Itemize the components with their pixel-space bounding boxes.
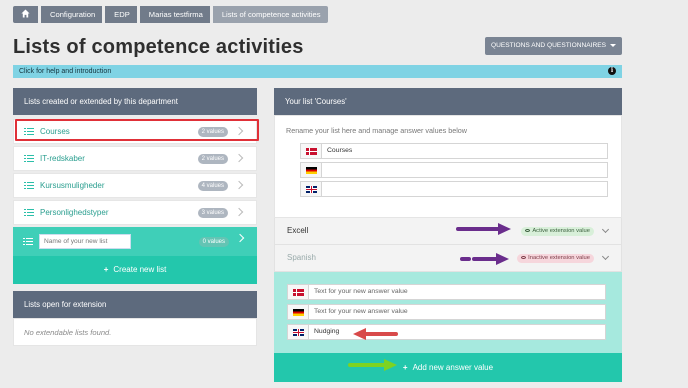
empty-state-text: No extendable lists found. xyxy=(13,318,257,346)
lists-panel: Lists created or extended by this depart… xyxy=(13,88,257,284)
new-value-row-danish: Text for your new answer value xyxy=(287,284,609,300)
answer-value-label: Spanish xyxy=(287,253,316,262)
info-icon: i xyxy=(608,67,616,75)
list-name-input-german[interactable] xyxy=(322,162,608,178)
flag-dk-icon xyxy=(287,284,309,300)
new-value-input-danish[interactable]: Text for your new answer value xyxy=(309,284,606,300)
breadcrumb-home[interactable] xyxy=(13,6,38,23)
breadcrumb-edp[interactable]: EDP xyxy=(105,6,137,23)
extension-panel: Lists open for extension No extendable l… xyxy=(13,291,257,346)
flag-gb-icon xyxy=(300,181,322,197)
list-icon xyxy=(24,208,34,217)
values-badge: 4 values xyxy=(197,181,228,191)
list-icon xyxy=(23,237,33,246)
flag-de-icon xyxy=(300,162,322,178)
new-value-row-german: Text for your new answer value xyxy=(287,304,609,320)
breadcrumb-company[interactable]: Marias testfirma xyxy=(139,6,210,23)
list-name-input-danish[interactable]: Courses xyxy=(322,143,608,159)
status-badge-label: Inactive extension value xyxy=(528,255,590,261)
green-arrow-add-value xyxy=(348,359,397,371)
answer-value-row[interactable]: Excell Active extension value xyxy=(274,218,622,245)
status-badge: Active extension value xyxy=(521,227,594,236)
create-new-list-label: Create new list xyxy=(113,265,167,274)
list-item-label: Kursusmuligheder xyxy=(40,181,105,190)
red-arrow-nudging xyxy=(353,328,398,340)
help-bar-label: Click for help and introduction xyxy=(19,68,112,75)
values-badge: 3 values xyxy=(197,208,228,218)
list-item-personlighedstyper[interactable]: Personlighedstyper 3 values xyxy=(13,200,257,225)
breadcrumb-current: Lists of competence activities xyxy=(212,6,328,23)
add-new-answer-value-label: Add new answer value xyxy=(412,363,494,372)
chevron-right-icon xyxy=(234,207,244,217)
list-item-kursusmuligheder[interactable]: Kursusmuligheder 4 values xyxy=(13,173,257,198)
chevron-down-icon[interactable] xyxy=(601,225,610,234)
rename-hint: Rename your list here and manage answer … xyxy=(286,126,467,135)
answer-value-label: Excell xyxy=(287,226,309,235)
breadcrumb: Configuration EDP Marias testfirma Lists… xyxy=(13,6,331,23)
eye-off-icon xyxy=(521,255,527,259)
chevron-right-icon xyxy=(234,153,244,163)
create-new-list-button[interactable]: + Create new list xyxy=(13,256,257,284)
help-bar[interactable]: Click for help and introduction i xyxy=(13,65,622,78)
flag-gb-icon xyxy=(287,324,309,340)
purple-arrow-inactive xyxy=(460,253,509,265)
name-row-danish: Courses xyxy=(300,143,610,159)
page-title: Lists of competence activities xyxy=(13,36,304,58)
values-badge: 0 values xyxy=(198,237,229,247)
add-new-answer-value-button[interactable]: + Add new answer value xyxy=(274,353,622,382)
home-icon xyxy=(21,9,30,18)
highlight-box xyxy=(15,119,259,141)
list-name-input-english[interactable] xyxy=(322,181,608,197)
status-badge: Inactive extension value xyxy=(517,254,594,263)
breadcrumb-configuration[interactable]: Configuration xyxy=(41,6,103,23)
list-detail-header: Your list 'Courses' xyxy=(274,88,622,115)
list-icon xyxy=(24,181,34,190)
answer-value-row[interactable]: Spanish Inactive extension value xyxy=(274,245,622,272)
name-row-english xyxy=(300,181,610,197)
status-badge-label: Active extension value xyxy=(532,228,590,234)
plus-icon: + xyxy=(103,265,109,274)
new-list-name-input[interactable]: Name of your new list xyxy=(39,234,131,249)
list-item-it-redskaber[interactable]: IT-redskaber 2 values xyxy=(13,146,257,171)
list-icon xyxy=(24,154,34,163)
chevron-right-icon xyxy=(235,233,245,243)
new-list-row: Name of your new list 0 values xyxy=(13,227,257,256)
new-answer-value-section: Text for your new answer value Text for … xyxy=(274,272,622,353)
lists-panel-header: Lists created or extended by this depart… xyxy=(13,88,257,115)
caret-down-icon xyxy=(610,43,617,47)
purple-arrow-active xyxy=(456,223,511,235)
plus-icon: + xyxy=(402,363,408,372)
list-detail-panel: Your list 'Courses' Rename your list her… xyxy=(274,88,622,388)
flag-de-icon xyxy=(287,304,309,320)
name-row-german xyxy=(300,162,610,178)
list-item-label: IT-redskaber xyxy=(40,154,85,163)
new-value-input-german[interactable]: Text for your new answer value xyxy=(309,304,606,320)
list-item-label: Personlighedstyper xyxy=(40,208,109,217)
questions-questionnaires-button[interactable]: QUESTIONS AND QUESTIONNAIRES xyxy=(485,37,622,55)
values-badge: 2 values xyxy=(197,154,228,164)
rename-section: Rename your list here and manage answer … xyxy=(274,115,622,218)
chevron-down-icon[interactable] xyxy=(601,252,610,261)
extension-panel-header: Lists open for extension xyxy=(13,291,257,318)
eye-icon xyxy=(525,228,531,232)
new-value-row-english: Nudging xyxy=(287,324,609,340)
chevron-right-icon xyxy=(234,180,244,190)
flag-dk-icon xyxy=(300,143,322,159)
questions-button-label: QUESTIONS AND QUESTIONNAIRES xyxy=(490,42,607,49)
